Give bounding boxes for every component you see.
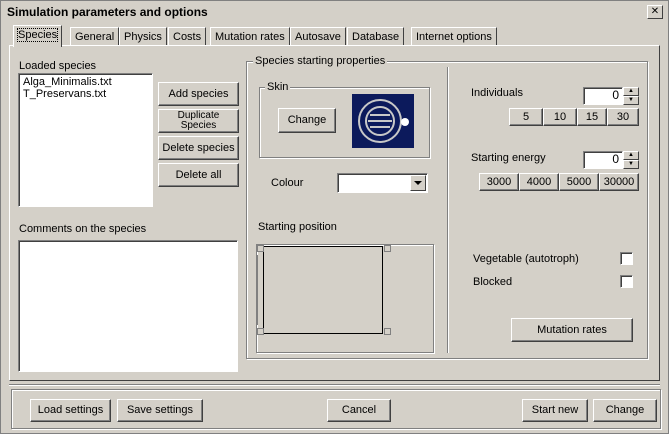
skin-label: Skin <box>265 81 291 93</box>
save-settings-button[interactable]: Save settings <box>117 399 203 422</box>
tab-mutation-rates[interactable]: Mutation rates <box>210 27 290 46</box>
starting-energy-label: Starting energy <box>471 152 546 164</box>
comments-label: Comments on the species <box>19 223 147 235</box>
tab-species[interactable]: Species <box>13 25 63 47</box>
tab-autosave[interactable]: Autosave <box>290 27 346 46</box>
loaded-species-list[interactable]: Alga_Minimalis.txt T_Preservans.txt <box>18 73 153 207</box>
divider <box>447 67 449 353</box>
blocked-checkbox[interactable] <box>620 275 633 288</box>
start-new-button[interactable]: Start new <box>522 399 588 422</box>
comments-textarea[interactable] <box>18 240 238 372</box>
tab-internet-options[interactable]: Internet options <box>411 27 497 46</box>
individuals-preset-button[interactable]: 30 <box>607 108 639 126</box>
starting-position-box[interactable] <box>263 246 383 334</box>
energy-preset-button[interactable]: 3000 <box>479 173 519 191</box>
energy-preset-button[interactable]: 5000 <box>559 173 599 191</box>
individuals-stepper[interactable]: ▲ ▼ <box>623 87 639 105</box>
vegetable-checkbox[interactable] <box>620 252 633 265</box>
colour-select[interactable] <box>337 173 428 193</box>
tab-costs[interactable]: Costs <box>168 27 207 46</box>
skin-preview <box>352 94 414 148</box>
individuals-label: Individuals <box>471 87 523 99</box>
vegetable-label: Vegetable (autotroph) <box>473 253 579 265</box>
energy-input[interactable]: 0 <box>583 151 623 169</box>
footer-divider <box>9 384 660 386</box>
tab-database[interactable]: Database <box>347 27 405 46</box>
spin-down-icon[interactable]: ▼ <box>623 160 639 169</box>
change-button[interactable]: Change <box>593 399 657 422</box>
individuals-preset-button[interactable]: 10 <box>543 108 577 126</box>
tab-general[interactable]: General <box>70 27 120 46</box>
loaded-species-label: Loaded species <box>19 60 97 72</box>
list-item[interactable]: T_Preservans.txt <box>21 88 150 100</box>
spin-up-icon[interactable]: ▲ <box>623 87 639 96</box>
blocked-label: Blocked <box>473 276 513 288</box>
delete-species-button[interactable]: Delete species <box>158 136 239 160</box>
spin-down-icon[interactable]: ▼ <box>623 96 639 105</box>
load-settings-button[interactable]: Load settings <box>30 399 111 422</box>
skin-icon <box>358 99 409 143</box>
cancel-button[interactable]: Cancel <box>327 399 391 422</box>
individuals-preset-button[interactable]: 5 <box>509 108 543 126</box>
window-title: Simulation parameters and options <box>7 5 208 19</box>
list-item[interactable]: Alga_Minimalis.txt <box>21 76 150 88</box>
resize-handle[interactable] <box>257 328 264 335</box>
resize-handle[interactable] <box>384 328 391 335</box>
title-bar: Simulation parameters and options ✕ <box>3 3 668 21</box>
individuals-preset-button[interactable]: 15 <box>577 108 607 126</box>
tab-physics[interactable]: Physics <box>119 27 167 46</box>
energy-preset-button[interactable]: 4000 <box>519 173 559 191</box>
energy-stepper[interactable]: ▲ ▼ <box>623 151 639 169</box>
change-skin-button[interactable]: Change <box>278 108 336 133</box>
starting-properties-label: Species starting properties <box>253 55 388 67</box>
individuals-input[interactable]: 0 <box>583 87 623 105</box>
mutation-rates-button[interactable]: Mutation rates <box>511 318 633 342</box>
side-handle <box>257 255 262 325</box>
colour-label: Colour <box>271 177 304 189</box>
close-button[interactable]: ✕ <box>647 5 663 19</box>
dialog-window: Simulation parameters and options ✕ Spec… <box>0 0 669 434</box>
energy-preset-button[interactable]: 30000 <box>599 173 639 191</box>
delete-all-button[interactable]: Delete all <box>158 163 239 187</box>
duplicate-species-button[interactable]: Duplicate Species <box>158 109 239 133</box>
spin-up-icon[interactable]: ▲ <box>623 151 639 160</box>
starting-position-label: Starting position <box>258 221 337 233</box>
close-icon: ✕ <box>650 6 660 17</box>
chevron-down-icon[interactable] <box>410 175 426 191</box>
resize-handle[interactable] <box>257 245 264 252</box>
resize-handle[interactable] <box>384 245 391 252</box>
add-species-button[interactable]: Add species <box>158 82 239 106</box>
